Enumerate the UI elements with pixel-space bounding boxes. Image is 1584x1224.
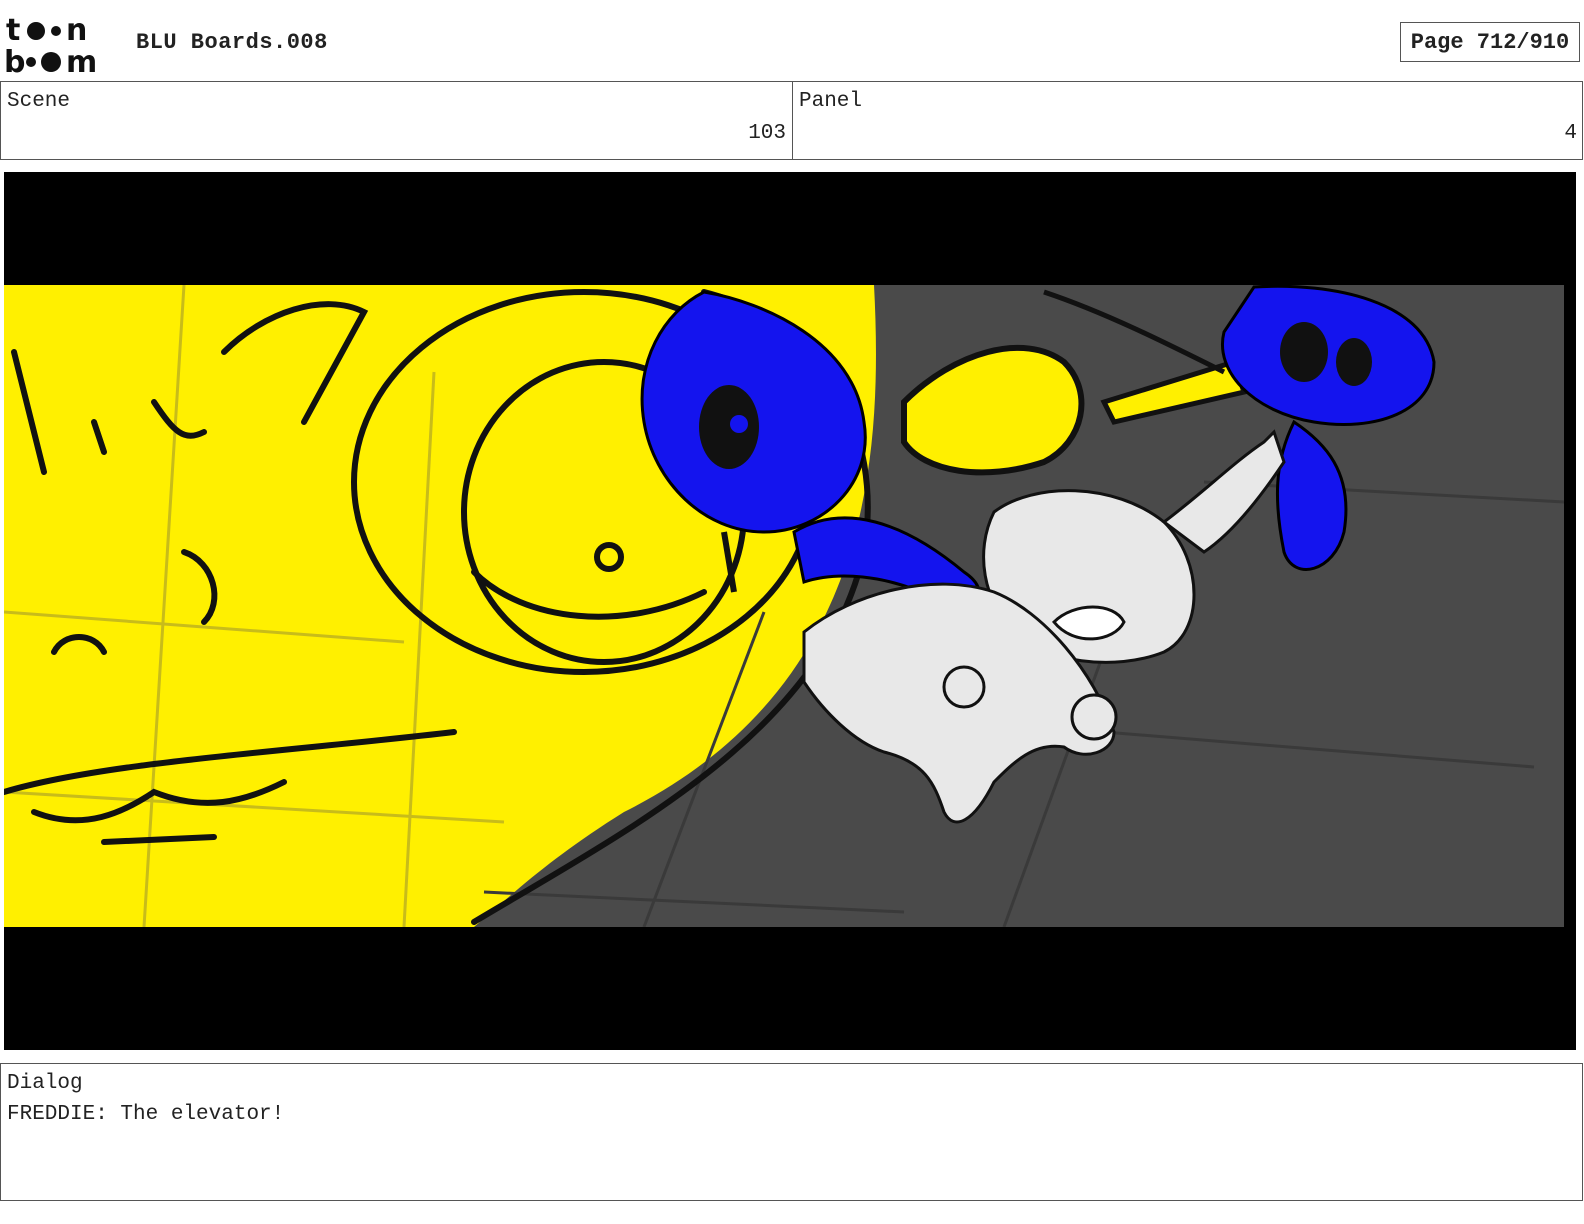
- storyboard-drawing: [4, 172, 1576, 1050]
- panel-label: Panel: [799, 90, 863, 113]
- dialog-box: Dialog FREDDIE: The elevator!: [0, 1063, 1583, 1201]
- panel-number: 4: [1564, 122, 1577, 145]
- storyboard-frame: [4, 172, 1576, 1050]
- svg-text:t: t: [6, 13, 20, 48]
- svg-text:n: n: [66, 13, 87, 48]
- scene-label: Scene: [7, 90, 71, 113]
- svg-text:m: m: [66, 45, 97, 76]
- toon-boom-logo: t n b m: [4, 13, 97, 76]
- dialog-label: Dialog: [7, 1072, 83, 1095]
- panel-cell: Panel 4: [793, 82, 1583, 159]
- scene-panel-header: Scene 103 Panel 4: [0, 81, 1583, 160]
- svg-text:b: b: [4, 45, 25, 76]
- letterbox-top: [4, 172, 1576, 285]
- page-indicator: Page 712/910: [1400, 22, 1580, 62]
- scene-cell: Scene 103: [1, 82, 793, 159]
- letterbox-bottom: [4, 927, 1576, 1050]
- scene-number: 103: [748, 122, 786, 145]
- document-title: BLU Boards.008: [136, 30, 328, 55]
- dialog-text: FREDDIE: The elevator!: [7, 1103, 285, 1126]
